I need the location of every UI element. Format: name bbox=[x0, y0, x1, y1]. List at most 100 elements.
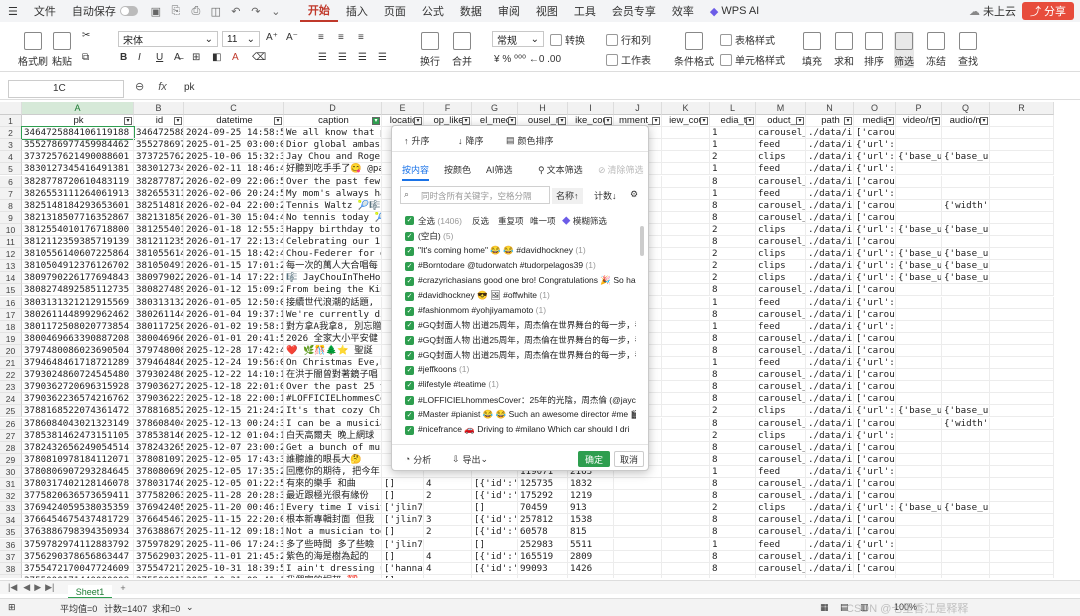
table-cell[interactable]: ['carous bbox=[854, 284, 896, 297]
last-sheet-icon[interactable]: ▶| bbox=[45, 582, 54, 593]
table-cell[interactable] bbox=[990, 526, 1054, 539]
table-cell[interactable]: 165519 bbox=[518, 550, 568, 563]
table-cell[interactable]: 375978297 bbox=[134, 538, 184, 551]
table-cell[interactable]: 252983 bbox=[518, 538, 568, 551]
table-cell[interactable]: 1538 bbox=[568, 514, 614, 527]
table-cell[interactable]: carousel_ bbox=[756, 211, 806, 224]
table-cell[interactable]: 378031740 bbox=[134, 478, 184, 491]
table-cell[interactable]: 3790362720696315928 bbox=[22, 381, 134, 394]
table-cell[interactable]: feed bbox=[756, 187, 806, 200]
filter-item[interactable]: #lifestyle #teatime (1) bbox=[418, 379, 636, 389]
table-cell[interactable]: ['carous bbox=[854, 562, 896, 575]
table-cell[interactable] bbox=[990, 357, 1054, 370]
copy-icon[interactable]: ⧉ bbox=[82, 52, 89, 63]
table-cell[interactable]: ./data/i bbox=[806, 175, 854, 188]
table-cell[interactable]: 381211235 bbox=[134, 236, 184, 249]
underline-icon[interactable]: U bbox=[156, 52, 163, 63]
table-cell[interactable]: 2025-11-12 09:18:12 bbox=[184, 526, 284, 539]
table-cell[interactable]: 378243265 bbox=[134, 441, 184, 454]
table-cell[interactable]: 2026-01-15 17:01:20 bbox=[184, 260, 284, 273]
table-cell[interactable] bbox=[942, 393, 990, 406]
table-cell[interactable] bbox=[756, 574, 806, 578]
table-cell[interactable]: 2025-12-28 17:42:44 bbox=[184, 344, 284, 357]
freeze-button[interactable]: 冻结 bbox=[926, 32, 946, 68]
sort-asc-button[interactable]: ↑ 升序 bbox=[404, 134, 430, 147]
tab-by-content[interactable]: 按内容 bbox=[402, 163, 430, 181]
table-cell[interactable]: 8 bbox=[710, 417, 756, 430]
cancel-button[interactable]: 取消 bbox=[614, 451, 644, 467]
rows-cols-button[interactable]: 行和列 bbox=[606, 32, 651, 47]
tab-insert[interactable]: 插入 bbox=[338, 0, 376, 22]
column-header-j[interactable]: J bbox=[614, 102, 662, 115]
table-cell[interactable]: 3812112359385719139 bbox=[22, 236, 134, 249]
table-cell[interactable]: ./data/i bbox=[806, 223, 854, 236]
table-cell[interactable]: carousel_ bbox=[756, 127, 806, 140]
row-header[interactable]: 3 bbox=[0, 139, 22, 152]
table-cell[interactable]: [{'id':' bbox=[472, 526, 518, 539]
row-header[interactable]: 21 bbox=[0, 357, 22, 370]
table-cell[interactable] bbox=[614, 514, 662, 527]
table-cell[interactable] bbox=[662, 296, 710, 309]
table-cell[interactable]: ['jlin7'] bbox=[382, 538, 424, 551]
table-cell[interactable] bbox=[942, 187, 990, 200]
table-cell[interactable]: 5511 bbox=[568, 538, 614, 551]
row-header[interactable]: 17 bbox=[0, 308, 22, 321]
table-cell[interactable]: Over the past few d bbox=[284, 175, 382, 188]
font-family-select[interactable]: 宋体 ⌄ bbox=[118, 31, 218, 47]
row-header[interactable]: 16 bbox=[0, 296, 22, 309]
next-sheet-icon[interactable]: ▶ bbox=[34, 582, 41, 593]
table-cell[interactable] bbox=[990, 199, 1054, 212]
table-cell[interactable] bbox=[896, 465, 942, 478]
table-cell[interactable]: carousel_ bbox=[756, 199, 806, 212]
table-cell[interactable]: 2 bbox=[710, 502, 756, 515]
table-cell[interactable]: 3790362236574216762 bbox=[22, 393, 134, 406]
table-cell[interactable] bbox=[662, 320, 710, 333]
table-cell[interactable] bbox=[896, 574, 942, 578]
table-cell[interactable] bbox=[614, 526, 662, 539]
tab-member[interactable]: 会员专享 bbox=[604, 0, 664, 22]
first-sheet-icon[interactable]: |◀ bbox=[8, 582, 17, 593]
filter-item-checkbox[interactable]: ✓ bbox=[405, 276, 414, 286]
table-cell[interactable]: carousel_ bbox=[756, 550, 806, 563]
font-color-icon[interactable]: A bbox=[232, 52, 239, 63]
table-cell[interactable] bbox=[662, 453, 710, 466]
table-cell[interactable]: 3810556140607225864 bbox=[22, 248, 134, 261]
table-cell[interactable] bbox=[424, 502, 472, 515]
table-cell[interactable] bbox=[896, 236, 942, 249]
sheet-icon[interactable]: ⊞ bbox=[8, 602, 16, 613]
merge-button[interactable]: 合并 bbox=[452, 32, 472, 68]
table-cell[interactable]: I can be a musician bbox=[284, 417, 382, 430]
column-title[interactable]: path ▾ bbox=[806, 115, 854, 128]
table-cell[interactable]: [{'id':' bbox=[472, 490, 518, 503]
table-cell[interactable]: 2 bbox=[710, 272, 756, 285]
table-cell[interactable] bbox=[662, 272, 710, 285]
table-cell[interactable] bbox=[942, 429, 990, 442]
table-cell[interactable]: 8 bbox=[710, 526, 756, 539]
row-header[interactable]: 20 bbox=[0, 344, 22, 357]
table-cell[interactable]: 4 bbox=[424, 550, 472, 563]
sort-desc-button[interactable]: ↓ 降序 bbox=[458, 134, 484, 147]
table-cell[interactable] bbox=[990, 538, 1054, 551]
table-cell[interactable]: {'base_ur bbox=[896, 502, 942, 515]
table-cell[interactable]: ['carous bbox=[854, 236, 896, 249]
filter-item-checkbox[interactable]: ✓ bbox=[405, 291, 414, 301]
table-cell[interactable]: ['carous bbox=[854, 199, 896, 212]
table-cell[interactable]: {'url':' bbox=[854, 151, 896, 164]
table-cell[interactable]: 378608404 bbox=[134, 417, 184, 430]
row-header[interactable]: 37 bbox=[0, 550, 22, 563]
filter-item-checkbox[interactable]: ✓ bbox=[405, 246, 414, 256]
table-cell[interactable]: ./data/i bbox=[806, 139, 854, 152]
table-style-button[interactable]: 表格样式 bbox=[720, 32, 775, 47]
table-cell[interactable] bbox=[990, 127, 1054, 140]
table-cell[interactable]: 3755472170047724609 bbox=[22, 562, 134, 575]
filter-dropdown-icon[interactable]: ▾ bbox=[558, 117, 566, 125]
table-cell[interactable]: ['carous bbox=[854, 369, 896, 382]
table-cell[interactable]: feed bbox=[756, 163, 806, 176]
export-button[interactable]: ⇩ 导出 ⌄ bbox=[448, 451, 492, 467]
tab-data[interactable]: 数据 bbox=[452, 0, 490, 22]
filter-dropdown-icon[interactable]: ▾ bbox=[508, 117, 516, 125]
table-cell[interactable]: 2025-11-28 20:28:37 bbox=[184, 490, 284, 503]
filter-dropdown-icon[interactable]: ▾ bbox=[462, 117, 470, 125]
filter-dropdown-icon[interactable]: ▾ bbox=[980, 117, 988, 125]
filter-item[interactable]: (空白) (5) bbox=[418, 230, 636, 242]
